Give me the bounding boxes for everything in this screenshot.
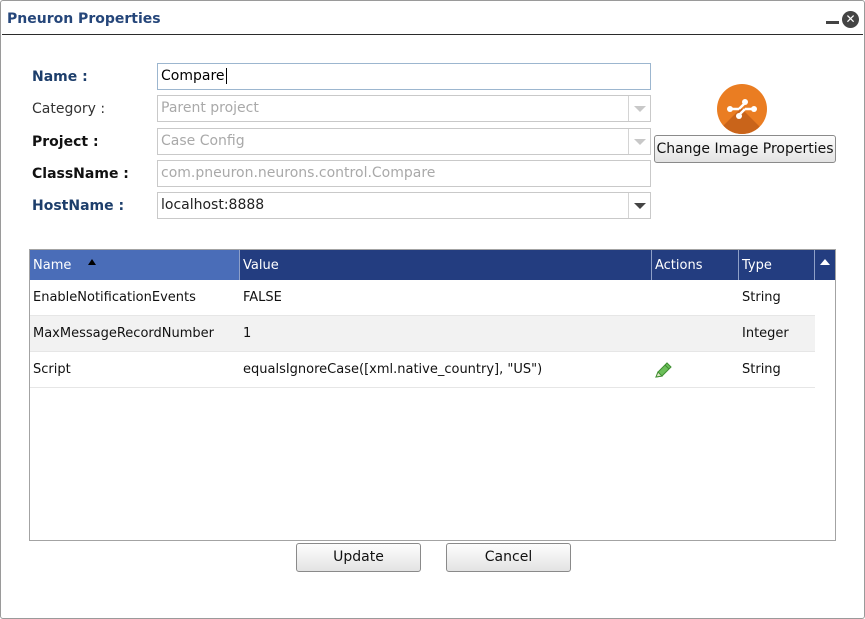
properties-grid: Name Value Actions Type EnableNotificati… [29, 249, 836, 541]
column-header-type-label: Type [742, 258, 772, 273]
chevron-down-icon[interactable] [628, 193, 650, 218]
classname-label: ClassName : [32, 166, 129, 182]
grid-header: Name Value Actions Type [30, 250, 835, 280]
column-header-value-label: Value [243, 258, 279, 273]
row-name: MaxMessageRecordNumber [33, 326, 214, 341]
update-button[interactable]: Update [296, 543, 421, 572]
minimize-icon[interactable] [825, 11, 841, 27]
close-icon[interactable]: ✕ [842, 11, 859, 28]
project-label: Project : [32, 134, 99, 150]
change-image-properties-button[interactable]: Change Image Properties [654, 135, 836, 163]
project-value: Case Config [161, 133, 245, 149]
scroll-up-icon[interactable] [815, 250, 835, 280]
cancel-button[interactable]: Cancel [446, 543, 571, 572]
dialog-title: Pneuron Properties [7, 11, 161, 27]
row-value: 1 [243, 326, 252, 341]
row-value: equalsIgnoreCase([xml.native_country], "… [243, 362, 543, 377]
table-row[interactable]: EnableNotificationEvents FALSE String [30, 280, 815, 316]
column-header-type[interactable]: Type [739, 250, 815, 280]
properties-dialog: Pneuron Properties ✕ Name : Compare Cate… [0, 0, 865, 619]
column-header-name[interactable]: Name [30, 250, 240, 280]
row-type: String [742, 290, 781, 305]
row-value: FALSE [243, 290, 282, 305]
hostname-select[interactable]: localhost:8888 [157, 192, 651, 219]
row-type: Integer [742, 326, 789, 341]
category-label: Category : [32, 101, 106, 117]
name-input[interactable]: Compare [157, 63, 651, 90]
row-type: String [742, 362, 781, 377]
column-header-value[interactable]: Value [240, 250, 652, 280]
chevron-down-icon[interactable] [628, 96, 650, 121]
row-name: EnableNotificationEvents [33, 290, 196, 305]
project-select[interactable]: Case Config [157, 128, 651, 155]
title-bar[interactable]: Pneuron Properties ✕ [2, 2, 863, 35]
name-input-value: Compare [161, 68, 225, 84]
classname-value: com.pneuron.neurons.control.Compare [161, 165, 436, 181]
hostname-value: localhost:8888 [161, 197, 265, 213]
pencil-edit-icon[interactable] [652, 360, 674, 380]
table-row[interactable]: MaxMessageRecordNumber 1 Integer [30, 316, 815, 352]
classname-field: com.pneuron.neurons.control.Compare [157, 160, 651, 187]
text-caret [225, 68, 227, 84]
category-placeholder: Parent project [161, 100, 259, 116]
sort-ascending-icon [88, 259, 96, 265]
pneuron-logo-icon [717, 84, 767, 134]
column-header-actions-label: Actions [655, 258, 703, 273]
column-header-actions[interactable]: Actions [652, 250, 739, 280]
category-select[interactable]: Parent project [157, 95, 651, 122]
name-label: Name : [32, 69, 88, 85]
row-name: Script [33, 362, 71, 377]
table-row[interactable]: Script equalsIgnoreCase([xml.native_coun… [30, 352, 815, 388]
hostname-label: HostName : [32, 198, 125, 214]
chevron-down-icon[interactable] [628, 129, 650, 154]
column-header-name-label: Name [33, 258, 72, 273]
